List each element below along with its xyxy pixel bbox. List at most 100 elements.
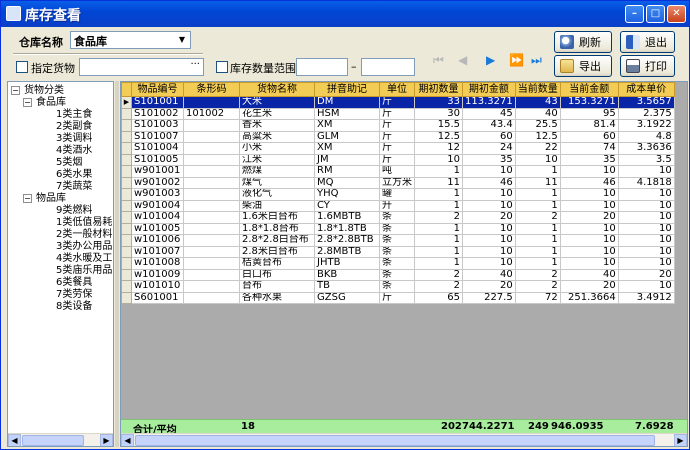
table-cell[interactable]: 1.6米白台布 xyxy=(239,211,315,224)
table-cell[interactable]: XM xyxy=(314,142,380,155)
table-cell[interactable]: 10 xyxy=(462,257,516,270)
tree-item[interactable]: 7类劳保 xyxy=(56,289,92,300)
table-cell[interactable]: 1 xyxy=(414,165,463,178)
tree-item[interactable]: 3类办公用品 xyxy=(56,241,112,252)
row-header[interactable] xyxy=(121,245,132,258)
table-cell[interactable]: 10 xyxy=(462,234,516,247)
table-cell[interactable]: 1 xyxy=(414,245,463,258)
table-row[interactable]: w901001 燃煤 RM 吨 1 10 1 10 10 xyxy=(121,165,675,178)
table-cell[interactable]: 10 xyxy=(462,188,516,201)
table-cell[interactable]: w901002 xyxy=(131,176,184,189)
table-cell[interactable]: 2 xyxy=(414,280,463,293)
table-cell[interactable]: 3.1922 xyxy=(617,119,675,132)
tree-item[interactable]: 8类设备 xyxy=(56,301,92,312)
table-cell[interactable]: w101007 xyxy=(131,245,184,258)
row-header[interactable] xyxy=(121,142,132,155)
table-cell[interactable]: 条 xyxy=(379,234,415,247)
table-cell[interactable]: 高粱米 xyxy=(239,130,315,143)
table-cell[interactable]: 35 xyxy=(462,153,516,166)
next-record-icon[interactable]: ▶ xyxy=(486,53,495,67)
table-row[interactable]: w101005 1.8*1.8台布 1.8*1.8TB 条 1 10 1 10 10 xyxy=(121,222,675,235)
table-cell[interactable]: w101006 xyxy=(131,234,184,247)
table-cell[interactable]: 11 xyxy=(414,176,463,189)
table-cell[interactable]: 斤 xyxy=(379,130,415,143)
table-row[interactable]: w101004 1.6米白台布 1.6MBTB 条 2 20 2 20 10 xyxy=(121,211,675,224)
table-cell[interactable]: 20 xyxy=(462,211,516,224)
table-cell[interactable] xyxy=(183,199,240,212)
column-header[interactable]: 货物名称 xyxy=(239,82,315,97)
table-cell[interactable]: 煤气 xyxy=(239,176,315,189)
table-cell[interactable]: 1 xyxy=(414,222,463,235)
table-cell[interactable] xyxy=(183,130,240,143)
scroll-left-icon[interactable]: ◀ xyxy=(8,434,21,446)
table-cell[interactable] xyxy=(183,96,240,109)
table-cell[interactable]: w101009 xyxy=(131,268,184,281)
table-cell[interactable]: 4.1818 xyxy=(617,176,675,189)
table-cell[interactable]: 花生米 xyxy=(239,107,315,120)
tree-item[interactable]: 4类水暖及工 xyxy=(56,253,112,264)
table-cell[interactable]: 燃煤 xyxy=(239,165,315,178)
maximize-button[interactable]: □ xyxy=(646,5,665,23)
table-cell[interactable]: 1 xyxy=(414,199,463,212)
table-cell[interactable]: S101002 xyxy=(131,107,184,120)
table-cell[interactable]: 65 xyxy=(414,291,463,304)
table-cell[interactable]: 227.5 xyxy=(462,291,516,304)
tree-item[interactable]: 6类餐具 xyxy=(56,277,92,288)
scroll-left-icon[interactable]: ◀ xyxy=(121,434,134,446)
table-cell[interactable]: BKB xyxy=(314,268,380,281)
row-header[interactable] xyxy=(121,119,132,132)
table-cell[interactable]: 43.4 xyxy=(462,119,516,132)
table-cell[interactable] xyxy=(183,165,240,178)
table-cell[interactable]: S101005 xyxy=(131,153,184,166)
tree-item[interactable]: 5类庙乐用品 xyxy=(56,265,112,276)
table-cell[interactable]: 10 xyxy=(559,222,619,235)
column-header[interactable]: 条形码 xyxy=(183,82,240,97)
row-header[interactable] xyxy=(121,234,132,247)
row-header[interactable] xyxy=(121,211,132,224)
table-cell[interactable]: 立方米 xyxy=(379,176,415,189)
row-header[interactable] xyxy=(121,153,132,166)
scroll-right-icon[interactable]: ▶ xyxy=(674,434,687,446)
table-cell[interactable]: 10 xyxy=(559,257,619,270)
table-cell[interactable]: 113.3271 xyxy=(462,96,516,109)
table-cell[interactable]: 20 xyxy=(617,268,675,281)
tree-item[interactable]: 1类低值易耗 xyxy=(56,217,112,228)
table-cell[interactable]: MQ xyxy=(314,176,380,189)
table-cell[interactable]: w901001 xyxy=(131,165,184,178)
table-cell[interactable]: 33 xyxy=(414,96,463,109)
inventory-grid[interactable]: 物品编号 条形码 货物名称 拼音助记 单位 期初数量 期初金额 当前数量 当前金额 成本单价 ▶ S… xyxy=(120,81,688,447)
table-cell[interactable]: RM xyxy=(314,165,380,178)
table-cell[interactable]: 1.8*1.8台布 xyxy=(239,222,315,235)
tree-item[interactable]: 5类烟 xyxy=(56,157,82,168)
table-cell[interactable]: 60 xyxy=(462,130,516,143)
refresh-button[interactable]: 刷新 xyxy=(554,31,612,53)
column-header[interactable]: 拼音助记 xyxy=(314,82,380,97)
table-cell[interactable]: 1.8*1.8TB xyxy=(314,222,380,235)
table-cell[interactable]: 153.3271 xyxy=(559,96,619,109)
collapse-toggle-icon[interactable]: − xyxy=(23,98,32,107)
table-cell[interactable]: 2 xyxy=(514,211,561,224)
table-cell[interactable]: 2.8*2.8白台布 xyxy=(239,234,315,247)
table-cell[interactable]: S101001 xyxy=(131,96,184,109)
tree-group[interactable]: 食品库 xyxy=(36,97,66,108)
table-cell[interactable]: 2 xyxy=(514,280,561,293)
tree-item[interactable]: 1类主食 xyxy=(56,109,92,120)
table-cell[interactable]: 斤 xyxy=(379,107,415,120)
table-cell[interactable]: YHQ xyxy=(314,188,380,201)
export-button[interactable]: 导出 xyxy=(554,55,612,77)
table-cell[interactable]: 2 xyxy=(414,268,463,281)
print-button[interactable]: 打印 xyxy=(620,55,675,77)
row-header[interactable]: ▶ xyxy=(121,96,132,109)
table-cell[interactable]: 25.5 xyxy=(514,119,561,132)
table-cell[interactable]: 12.5 xyxy=(514,130,561,143)
category-tree[interactable]: − 货物分类 − 食品库 1类主食 2类副食 3类调料 4类酒水 5类烟 6类水果 7类蔬菜 − 物品库… xyxy=(7,81,114,447)
table-cell[interactable]: 1.6MBTB xyxy=(314,211,380,224)
table-cell[interactable]: 251.3664 xyxy=(559,291,619,304)
collapse-toggle-icon[interactable]: − xyxy=(11,86,20,95)
table-cell[interactable]: 柴油 xyxy=(239,199,315,212)
table-cell[interactable]: 20 xyxy=(559,280,619,293)
column-header[interactable]: 当前金额 xyxy=(559,82,619,97)
table-cell[interactable]: 1 xyxy=(414,257,463,270)
table-cell[interactable]: 斤 xyxy=(379,96,415,109)
row-header[interactable] xyxy=(121,291,132,304)
